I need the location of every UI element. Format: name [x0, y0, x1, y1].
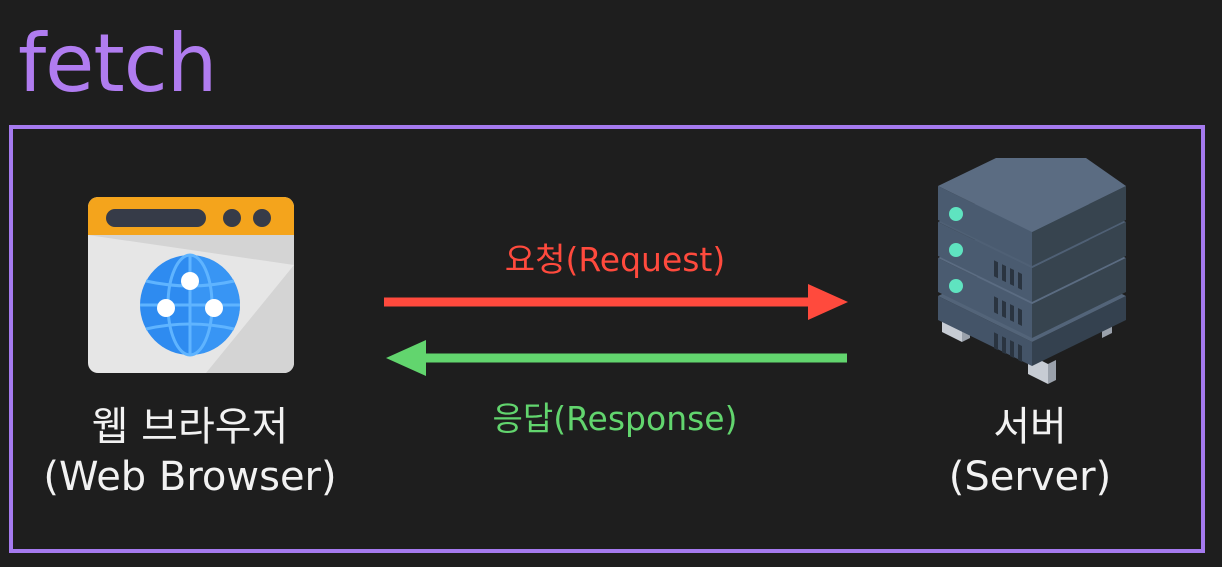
server-name-en: (Server): [948, 454, 1112, 500]
request-label: 요청(Request): [504, 240, 726, 279]
browser-label: 웹 브라우저 (Web Browser): [20, 402, 360, 502]
request-arrow: [384, 284, 848, 320]
server-icon: [938, 158, 1126, 384]
server-label: 서버 (Server): [930, 402, 1130, 502]
server-name-ko: 서버: [993, 404, 1067, 450]
globe-icon: [140, 253, 240, 357]
response-arrow: [386, 340, 847, 376]
arrows: [384, 284, 848, 376]
response-label: 응답(Response): [492, 399, 738, 438]
browser-name-ko: 웹 브라우저: [91, 404, 289, 450]
title: fetch: [18, 17, 217, 110]
browser-name-en: (Web Browser): [43, 454, 337, 500]
web-browser-icon: [88, 197, 294, 373]
